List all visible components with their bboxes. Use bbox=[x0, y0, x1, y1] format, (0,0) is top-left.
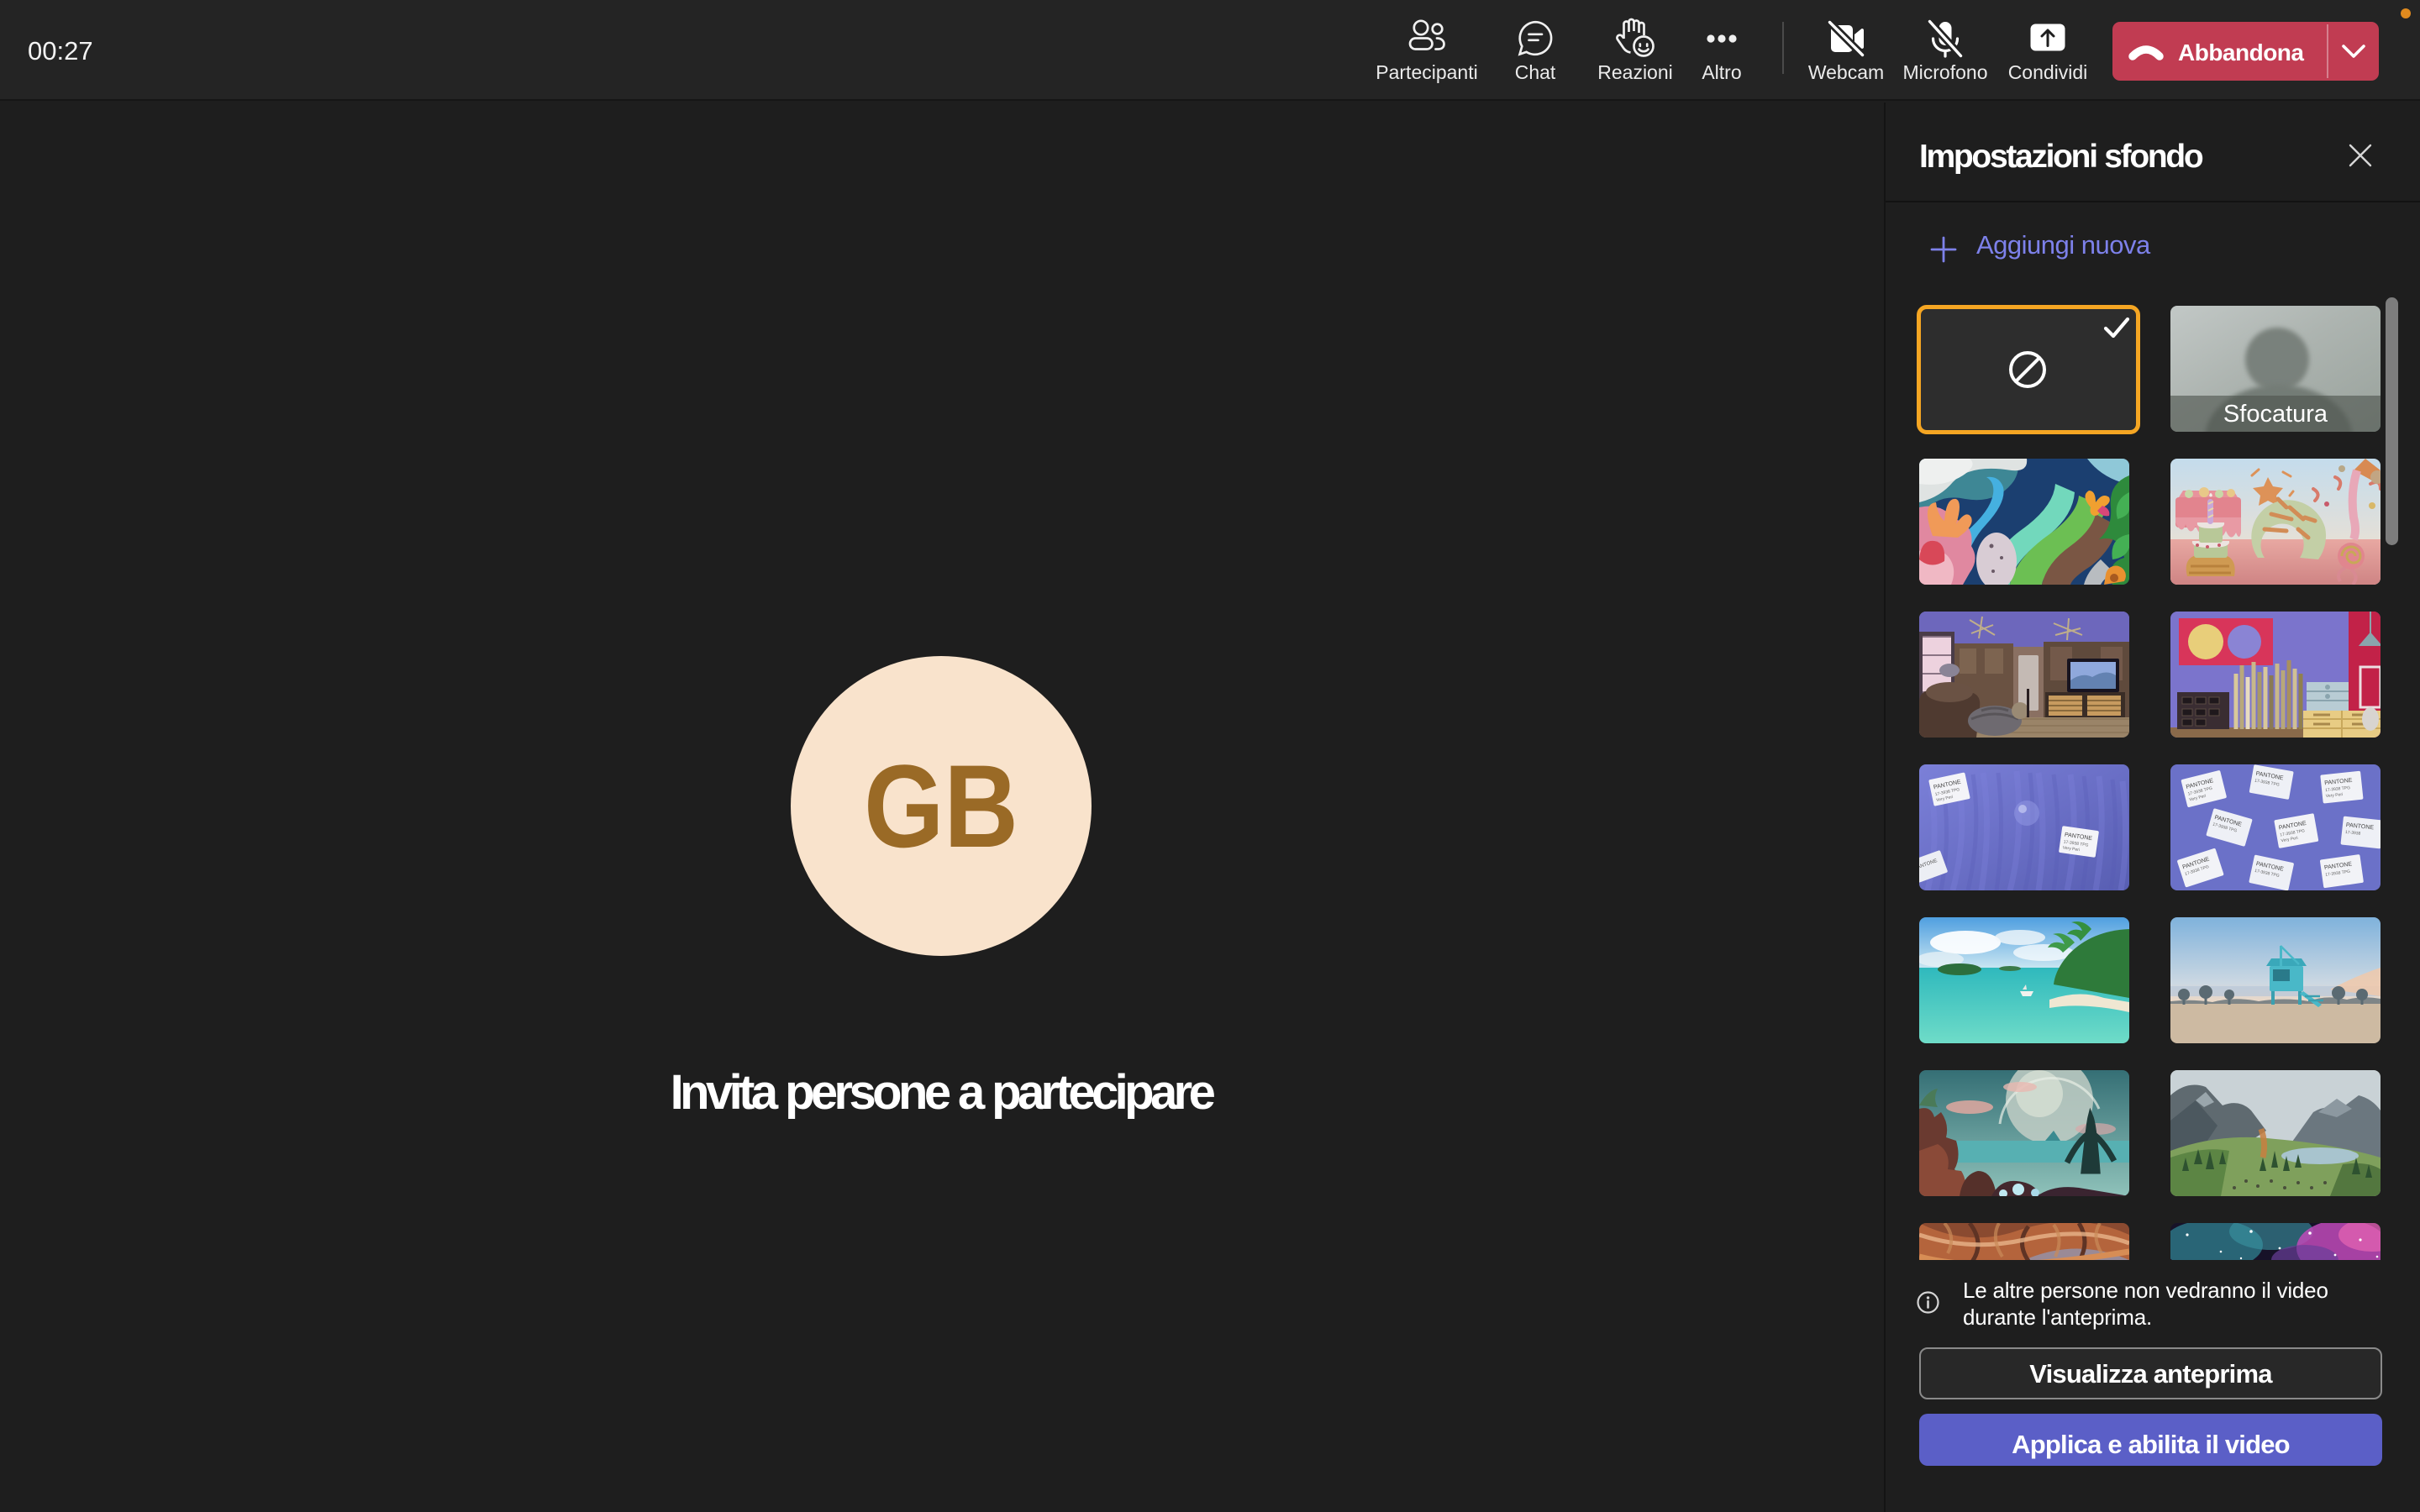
svg-text:Sfocatura: Sfocatura bbox=[2223, 401, 2328, 428]
